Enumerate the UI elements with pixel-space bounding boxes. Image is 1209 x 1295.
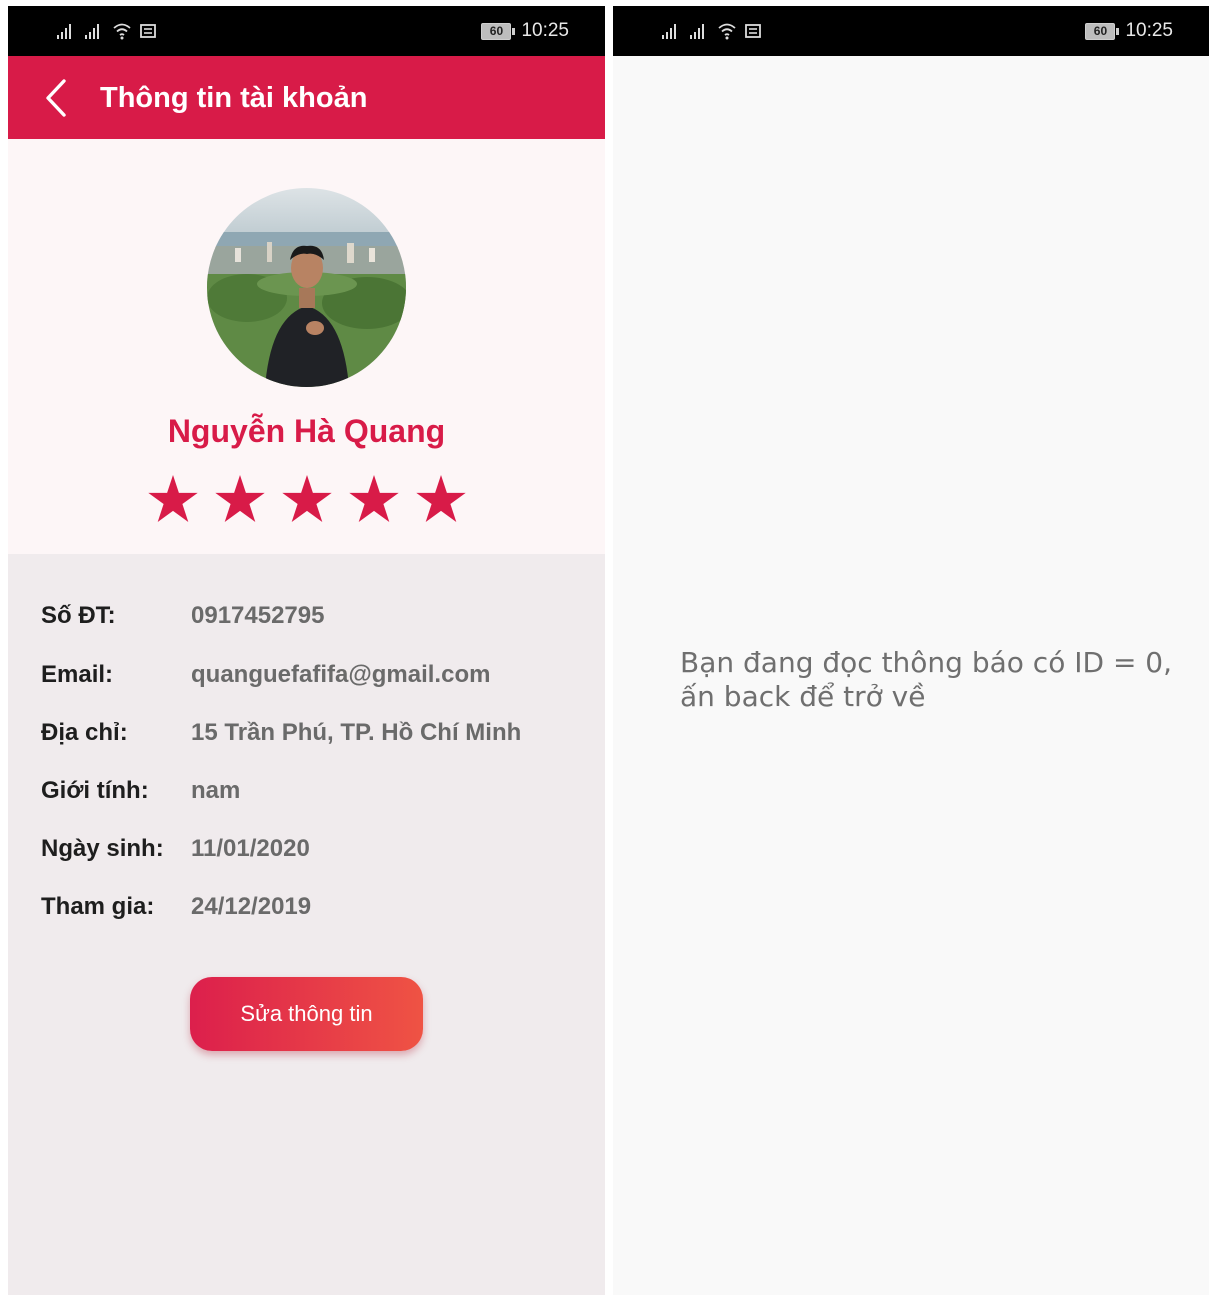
info-row-gender: Giới tính: nam xyxy=(41,771,240,811)
status-right: 60 10:25 xyxy=(481,19,569,43)
star-icon xyxy=(282,475,332,522)
message-icon xyxy=(745,24,761,38)
info-row-email: Email: quanguefafifa@gmail.com xyxy=(41,655,490,695)
status-right: 60 10:25 xyxy=(1085,19,1173,43)
battery-icon: 60 xyxy=(481,22,516,40)
account-info-screen: 60 10:25 Thông tin tài khoản Nguyễn Hà Q… xyxy=(8,6,605,1295)
profile-header: Nguyễn Hà Quang xyxy=(8,139,605,554)
info-value: quanguefafifa@gmail.com xyxy=(191,661,491,688)
status-time: 10:25 xyxy=(521,20,569,41)
info-row-address: Địa chỉ: 15 Trần Phú, TP. Hồ Chí Minh xyxy=(41,713,521,753)
avatar xyxy=(207,188,406,387)
star-icon xyxy=(349,475,399,522)
battery-level: 60 xyxy=(1085,22,1116,40)
info-label: Ngày sinh: xyxy=(41,835,164,862)
info-label: Giới tính: xyxy=(41,777,149,804)
info-label: Địa chỉ: xyxy=(41,719,128,746)
info-label: Tham gia: xyxy=(41,893,155,920)
edit-info-button[interactable]: Sửa thông tin xyxy=(190,977,423,1051)
page-title: Thông tin tài khoản xyxy=(100,82,368,114)
star-icon xyxy=(148,475,198,522)
status-bar: 60 10:25 xyxy=(8,6,605,56)
signal-icon xyxy=(85,24,99,39)
signal-icon xyxy=(662,24,676,39)
star-icon xyxy=(215,475,265,522)
status-icons xyxy=(661,20,761,42)
notification-message-line-1: Bạn đang đọc thông báo có ID = 0, xyxy=(680,646,1173,679)
back-button[interactable] xyxy=(38,76,74,120)
notification-message-line-2: ấn back để trở về xyxy=(680,680,926,713)
wifi-icon xyxy=(718,23,736,40)
account-info: Số ĐT: 0917452795 Email: quanguefafifa@g… xyxy=(8,554,605,1295)
info-value: 15 Trần Phú, TP. Hồ Chí Minh xyxy=(191,719,522,746)
wifi-icon xyxy=(113,23,131,40)
message-icon xyxy=(140,24,156,38)
signal-icon xyxy=(57,24,71,39)
info-row-birthday: Ngày sinh: 11/01/2020 xyxy=(41,829,310,869)
info-value: nam xyxy=(191,777,241,804)
star-icon xyxy=(416,475,466,522)
back-arrow-icon xyxy=(46,79,66,117)
info-label: Email: xyxy=(41,661,114,688)
user-name: Nguyễn Hà Quang xyxy=(167,413,446,449)
status-bar: 60 10:25 xyxy=(613,6,1209,56)
battery-level: 60 xyxy=(481,22,512,40)
notification-detail-screen: 60 10:25 Bạn đang đọc thông báo có ID = … xyxy=(613,6,1209,1295)
info-value: 0917452795 xyxy=(191,602,325,629)
app-bar: Thông tin tài khoản xyxy=(8,56,605,139)
info-label: Số ĐT: xyxy=(41,602,116,629)
rating-stars xyxy=(147,473,467,525)
info-value: 11/01/2020 xyxy=(191,835,310,862)
status-time: 10:25 xyxy=(1125,20,1173,41)
info-row-phone: Số ĐT: 0917452795 xyxy=(41,596,324,636)
battery-icon: 60 xyxy=(1085,22,1120,40)
status-icons xyxy=(56,20,156,42)
notification-message: Bạn đang đọc thông báo có ID = 0, ấn bac… xyxy=(680,646,1180,714)
signal-icon xyxy=(690,24,704,39)
info-row-joined: Tham gia: 24/12/2019 xyxy=(41,887,311,927)
info-value: 24/12/2019 xyxy=(191,893,312,920)
